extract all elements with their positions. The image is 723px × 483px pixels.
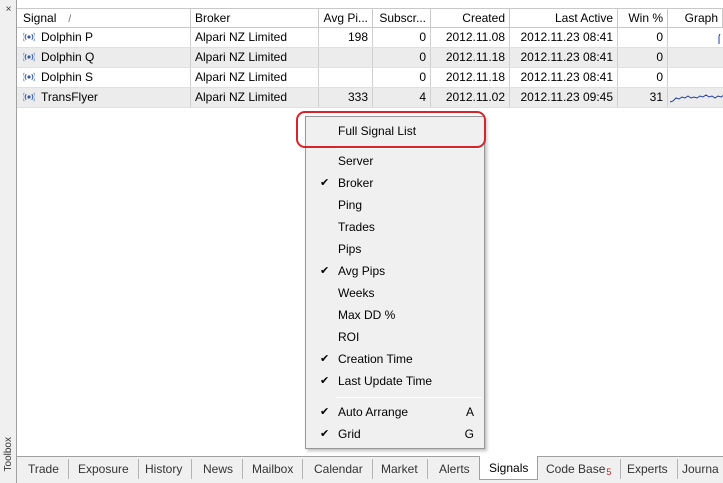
graph-cell [668,28,723,47]
column-header-subscribers[interactable]: Subscr... [373,9,431,28]
tab-exposure[interactable]: Exposure [69,459,139,479]
win-pct-cell: 0 [618,28,668,47]
menu-item-trades[interactable]: Trades [308,216,482,238]
tab-experts[interactable]: Experts [618,459,678,479]
code-base-badge: 5 [606,467,612,477]
column-header-avg-pips[interactable]: Avg Pi... [319,9,373,28]
broker-cell: Alpari NZ Limited [191,88,319,107]
signal-broadcast-icon [23,52,35,62]
signal-broadcast-icon [23,32,35,42]
checkmark-icon: ✔ [320,265,330,277]
broker-cell: Alpari NZ Limited [191,48,319,67]
created-cell: 2012.11.18 [431,48,510,67]
menu-item-weeks[interactable]: Weeks [308,282,482,304]
toolbox-label: Toolbox [3,437,14,472]
checkmark-icon: ✔ [320,177,330,189]
menu-item-last-update-time[interactable]: ✔ Last Update Time [308,370,482,392]
created-cell: 2012.11.18 [431,68,510,87]
avg-pips-cell [319,68,373,87]
win-pct-cell: 0 [618,48,668,67]
tab-history[interactable]: History [136,459,193,479]
subscribers-cell: 4 [373,88,431,107]
win-pct-cell: 0 [618,68,668,87]
last-active-cell: 2012.11.23 08:41 [510,48,618,67]
menu-item-ping[interactable]: Ping [308,194,482,216]
menu-item-grid[interactable]: ✔ Grid G [308,423,482,445]
table-row[interactable]: Dolphin P Alpari NZ Limited 198 0 2012.1… [17,28,723,48]
tab-mailbox[interactable]: Mailbox [243,459,304,479]
avg-pips-cell: 198 [319,28,373,47]
checkmark-icon: ✔ [320,428,330,440]
checkmark-icon: ✔ [320,353,330,365]
table-row[interactable]: TransFlyer Alpari NZ Limited 333 4 2012.… [17,88,723,108]
column-header-graph[interactable]: Graph [668,9,723,28]
win-pct-cell: 31 [618,88,668,107]
tab-journal[interactable]: Journa [673,459,723,479]
menu-item-creation-time[interactable]: ✔ Creation Time [308,348,482,370]
menu-item-max-dd[interactable]: Max DD % [308,304,482,326]
toolbox-close-icon[interactable]: × [3,4,14,15]
broker-cell: Alpari NZ Limited [191,68,319,87]
menu-item-broker[interactable]: ✔ Broker [308,172,482,194]
menu-item-roi[interactable]: ROI [308,326,482,348]
sparkline-graph [670,94,723,103]
graph-cell [668,68,723,87]
tab-calendar[interactable]: Calendar [305,459,373,479]
broker-cell: Alpari NZ Limited [191,28,319,47]
last-active-cell: 2012.11.23 08:41 [510,68,618,87]
last-active-cell: 2012.11.23 08:41 [510,28,618,47]
menu-item-server[interactable]: Server [308,150,482,172]
signal-cell: Dolphin Q [17,48,191,67]
tab-market[interactable]: Market [372,459,428,479]
sort-indicator-icon: / [68,14,72,25]
created-cell: 2012.11.02 [431,88,510,107]
shortcut-key: A [465,405,474,419]
subscribers-cell: 0 [373,48,431,67]
last-active-cell: 2012.11.23 09:45 [510,88,618,107]
column-header-win-pct[interactable]: Win % [618,9,668,28]
signal-cell: Dolphin S [17,68,191,87]
tab-trade[interactable]: Trade [19,459,69,479]
created-cell: 2012.11.08 [431,28,510,47]
menu-item-full-signal-list[interactable]: Full Signal List [308,120,482,142]
signal-cell: TransFlyer [17,88,191,107]
checkmark-icon: ✔ [320,375,330,387]
tab-alerts[interactable]: Alerts [430,459,480,479]
column-header-created[interactable]: Created [431,9,510,28]
signal-broadcast-icon [23,72,35,82]
tab-signals[interactable]: Signals [479,456,539,480]
toolbox-tab-bar: Trade Exposure History News Mailbox Cale… [17,456,723,483]
column-header-broker[interactable]: Broker [191,9,319,28]
signal-cell: Dolphin P [17,28,191,47]
sparkline-graph [718,33,721,44]
table-header: Signal / Broker Avg Pi... Subscr... Creat… [17,8,723,28]
menu-separator [336,148,482,149]
avg-pips-cell [319,48,373,67]
graph-cell [668,48,723,67]
graph-cell [668,88,723,107]
subscribers-cell: 0 [373,28,431,47]
tab-news[interactable]: News [194,459,244,479]
checkmark-icon: ✔ [320,406,330,418]
context-menu: Full Signal List Server ✔ Broker Ping Tra… [305,116,485,449]
table-row[interactable]: Dolphin Q Alpari NZ Limited 0 2012.11.18… [17,48,723,68]
menu-item-pips[interactable]: Pips [308,238,482,260]
column-header-last-active[interactable]: Last Active [510,9,618,28]
tab-code-base[interactable]: Code Base5 [537,459,622,479]
column-header-signal[interactable]: Signal / [17,9,191,28]
shortcut-key: G [464,427,474,441]
menu-item-auto-arrange[interactable]: ✔ Auto Arrange A [308,401,482,423]
toolbox-strip: × Toolbox [0,0,17,483]
avg-pips-cell: 333 [319,88,373,107]
signal-broadcast-icon [23,92,35,102]
signals-table: Signal / Broker Avg Pi... Subscr... Creat… [17,8,723,108]
menu-separator [336,397,482,398]
table-row[interactable]: Dolphin S Alpari NZ Limited 0 2012.11.18… [17,68,723,88]
menu-item-avg-pips[interactable]: ✔ Avg Pips [308,260,482,282]
subscribers-cell: 0 [373,68,431,87]
